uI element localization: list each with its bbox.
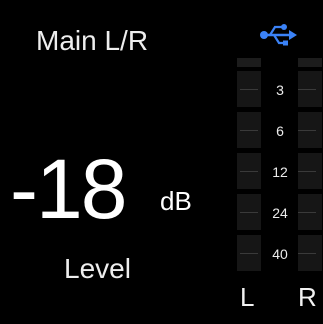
scale-tick	[298, 253, 316, 254]
scale-tick	[298, 130, 316, 131]
scale-tick	[240, 171, 258, 172]
channel-title: Main L/R	[36, 25, 149, 56]
scale-label: 40	[272, 246, 288, 262]
level-value: -18	[10, 142, 127, 236]
scale-tick	[240, 130, 258, 131]
scale-tick	[240, 212, 258, 213]
channel-label-left: L	[240, 282, 255, 312]
scale-label: 24	[272, 205, 288, 221]
meter-segment	[237, 58, 261, 67]
level-meter: 3 6 12 24 40	[234, 58, 322, 278]
usb-icon	[260, 24, 297, 46]
level-unit: dB	[160, 186, 192, 216]
scale-tick	[298, 212, 316, 213]
level-readout: -18 dB	[10, 144, 220, 234]
scale-label: 12	[272, 164, 288, 180]
scale-tick	[298, 171, 316, 172]
meter-bar-left	[237, 58, 261, 276]
mixer-display: Main L/R -18 dB Level 3 6 12 24 40 L R	[0, 0, 323, 324]
channel-label-right: R	[298, 282, 317, 312]
scale-label: 3	[276, 82, 284, 98]
meter-bar-right	[298, 58, 322, 276]
scale-tick	[240, 89, 258, 90]
scale-label: 6	[276, 123, 284, 139]
meter-segment	[298, 58, 322, 67]
scale-tick	[240, 253, 258, 254]
scale-tick	[298, 89, 316, 90]
level-label: Level	[64, 253, 131, 284]
